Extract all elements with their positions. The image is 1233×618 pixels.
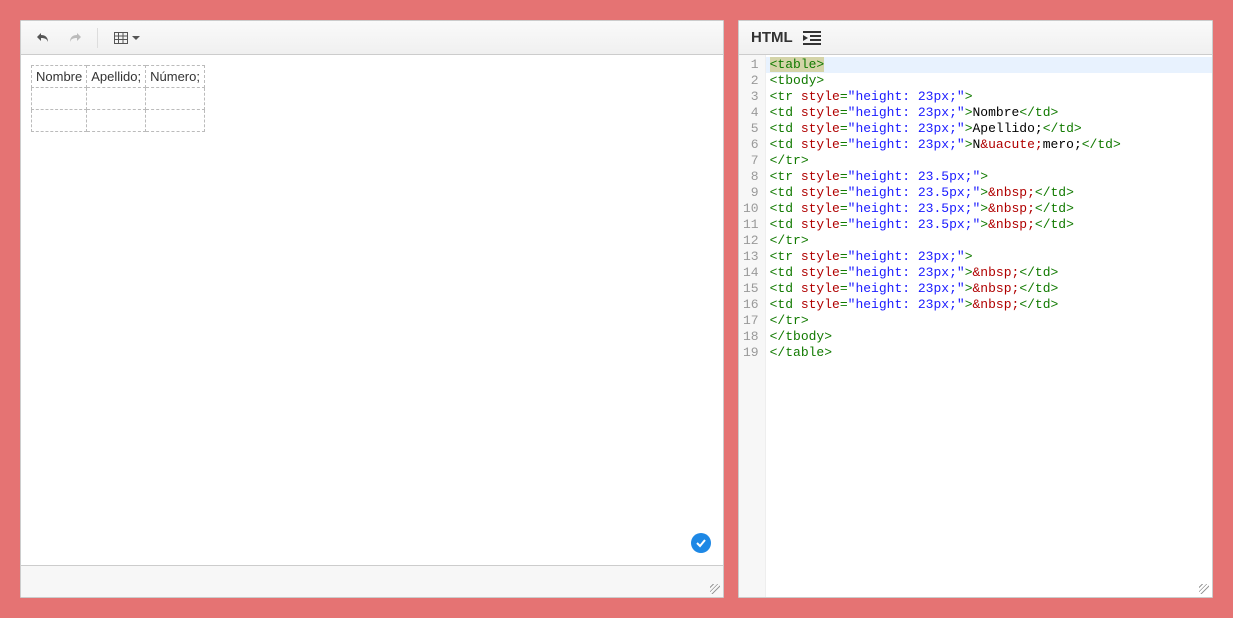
code-line[interactable]: <td style="height: 23px;">Nombre</td>: [770, 105, 1208, 121]
code-line[interactable]: </tr>: [770, 233, 1208, 249]
editor-panel: Nombre Apellido; Número;: [20, 20, 724, 598]
table-cell[interactable]: [87, 88, 146, 110]
code-line[interactable]: <td style="height: 23px;">&nbsp;</td>: [770, 297, 1208, 313]
table-cell[interactable]: [32, 110, 87, 132]
table-cell[interactable]: Apellido;: [87, 66, 146, 88]
table-icon: [113, 30, 129, 46]
html-source-panel: HTML 12345678910111213141516171819 <tabl…: [738, 20, 1213, 598]
table-cell[interactable]: [32, 88, 87, 110]
table-cell[interactable]: [87, 110, 146, 132]
code-editor[interactable]: 12345678910111213141516171819 <table><tb…: [739, 55, 1212, 597]
code-panel-header: HTML: [739, 21, 1212, 55]
undo-button[interactable]: [29, 25, 57, 51]
code-line[interactable]: <td style="height: 23.5px;">&nbsp;</td>: [770, 217, 1208, 233]
table-row: [32, 110, 205, 132]
table-menu-button[interactable]: [106, 25, 146, 51]
code-line[interactable]: <td style="height: 23px;">N&uacute;mero;…: [770, 137, 1208, 153]
code-line[interactable]: <td style="height: 23.5px;">&nbsp;</td>: [770, 201, 1208, 217]
code-line[interactable]: <tr style="height: 23px;">: [770, 249, 1208, 265]
code-line[interactable]: </table>: [770, 345, 1208, 361]
check-icon: [695, 537, 707, 549]
code-panel-title: HTML: [751, 29, 793, 46]
editor-toolbar: [21, 21, 723, 55]
caret-down-icon: [132, 36, 140, 40]
indent-icon: [803, 31, 821, 45]
table-cell[interactable]: Nombre: [32, 66, 87, 88]
code-line[interactable]: <td style="height: 23px;">&nbsp;</td>: [770, 265, 1208, 281]
code-lines[interactable]: <table><tbody><tr style="height: 23px;">…: [766, 55, 1212, 597]
code-line[interactable]: <td style="height: 23.5px;">&nbsp;</td>: [770, 185, 1208, 201]
table-cell[interactable]: [146, 110, 205, 132]
code-gutter: 12345678910111213141516171819: [739, 55, 766, 597]
table-row: [32, 88, 205, 110]
code-line[interactable]: <td style="height: 23px;">Apellido;</td>: [770, 121, 1208, 137]
redo-button[interactable]: [61, 25, 89, 51]
table-cell[interactable]: [146, 88, 205, 110]
code-line[interactable]: <tbody>: [770, 73, 1208, 89]
resize-handle[interactable]: [710, 584, 720, 594]
code-line[interactable]: <tr style="height: 23px;">: [770, 89, 1208, 105]
content-table[interactable]: Nombre Apellido; Número;: [31, 65, 205, 132]
code-line[interactable]: </tr>: [770, 313, 1208, 329]
toolbar-separator: [97, 28, 98, 48]
undo-icon: [35, 30, 51, 46]
code-line[interactable]: <tr style="height: 23.5px;">: [770, 169, 1208, 185]
code-line[interactable]: </tr>: [770, 153, 1208, 169]
code-line[interactable]: </tbody>: [770, 329, 1208, 345]
table-cell[interactable]: Número;: [146, 66, 205, 88]
code-line[interactable]: <td style="height: 23px;">&nbsp;</td>: [770, 281, 1208, 297]
editor-content-area[interactable]: Nombre Apellido; Número;: [21, 55, 723, 565]
editor-statusbar: [21, 565, 723, 597]
status-check-badge[interactable]: [691, 533, 711, 553]
format-button[interactable]: [803, 31, 821, 45]
table-row: Nombre Apellido; Número;: [32, 66, 205, 88]
resize-handle[interactable]: [1199, 584, 1209, 594]
redo-icon: [67, 30, 83, 46]
